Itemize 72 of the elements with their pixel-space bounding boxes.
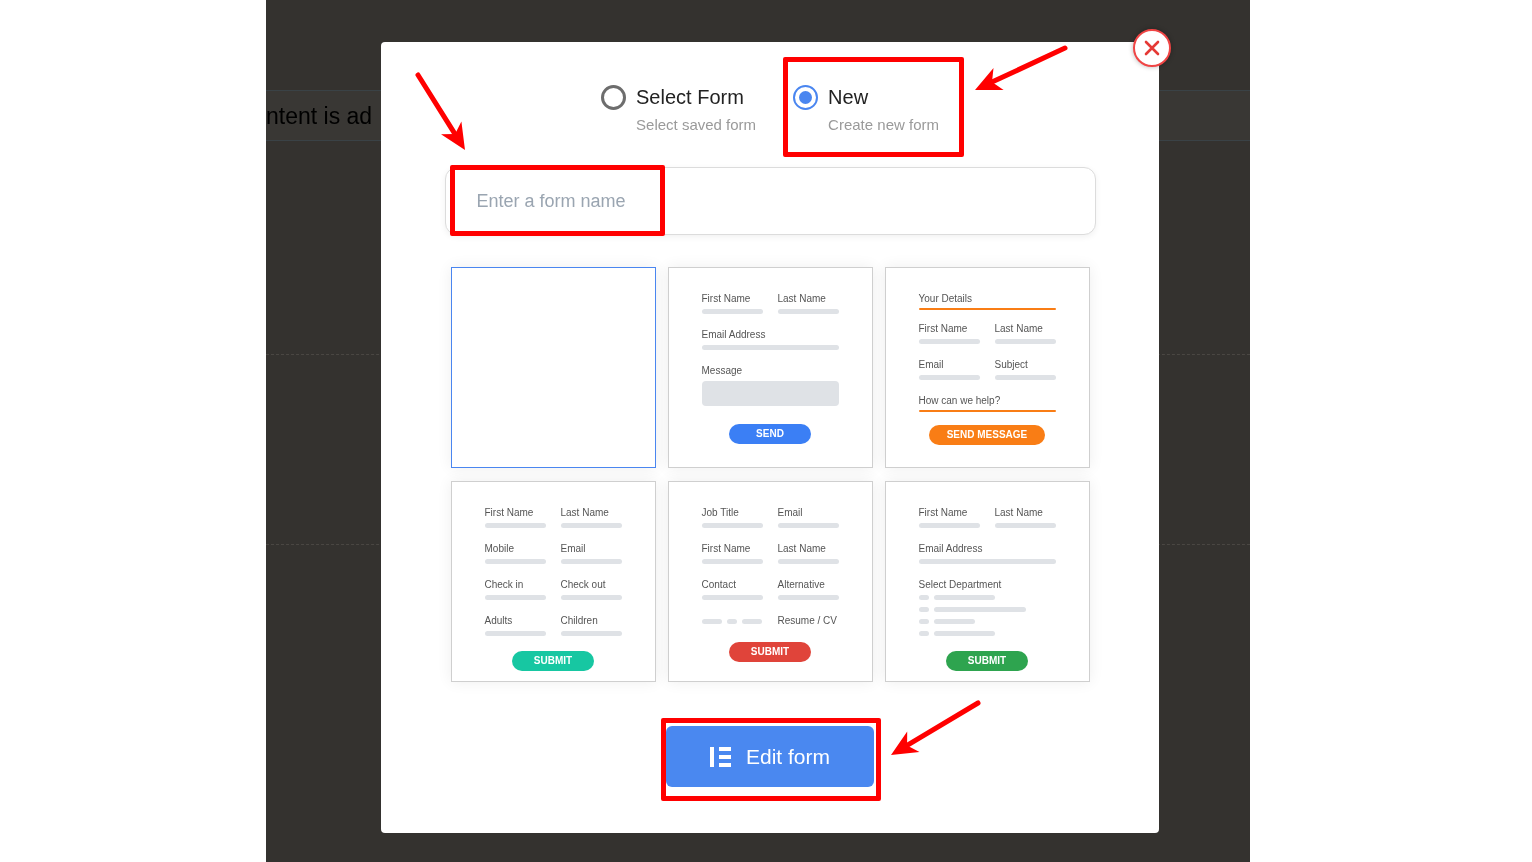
option-description: Select saved form	[636, 116, 757, 134]
field-label: Email	[918, 359, 944, 371]
field-label: How can we help?	[918, 395, 1001, 407]
field-bar	[484, 523, 546, 528]
field-bar	[994, 339, 1056, 344]
field-bar	[994, 375, 1056, 380]
form-button: SEND	[729, 424, 811, 444]
field-label: Your Details	[918, 293, 973, 305]
field-bar	[701, 595, 763, 600]
field-bar	[484, 595, 546, 600]
radio-button[interactable]	[601, 85, 627, 110]
field-label: Last Name	[994, 507, 1043, 519]
field-bar	[777, 523, 839, 528]
field-bar	[918, 523, 980, 528]
field-label: Last Name	[777, 293, 826, 305]
field-label: Alternative	[777, 579, 825, 591]
field-label: Contact	[701, 579, 736, 591]
field-label: Resume / CV	[777, 615, 837, 627]
template-card[interactable]: First Name Last Name Mobile Email Check in Check out Adults Children SUBMIT	[450, 481, 656, 682]
field-label: Last Name	[777, 543, 826, 555]
lines-icon	[710, 746, 731, 767]
field-bar	[560, 595, 622, 600]
radio-button[interactable]	[793, 85, 819, 110]
field-label: First Name	[918, 507, 968, 519]
field-label: Message	[701, 365, 743, 377]
field-bar	[918, 375, 980, 380]
field-label: Subject	[994, 359, 1028, 371]
field-label: Email	[560, 543, 586, 555]
field-label: Email Address	[918, 543, 983, 555]
field-bar	[918, 339, 980, 344]
field-bar	[701, 309, 763, 314]
form-name-input[interactable]: Enter a form name	[444, 167, 1096, 235]
field-label: Select Department	[918, 579, 1002, 591]
template-card[interactable]: Job Title Email First Name Last Name Contact Alternative Resume / CV SUBMIT	[667, 481, 873, 682]
field-label: First Name	[918, 323, 968, 335]
field-bar	[701, 523, 763, 528]
field-label: First Name	[701, 293, 751, 305]
background-text: ntent is ad	[266, 101, 373, 130]
field-label: Email	[777, 507, 803, 519]
field-label: Children	[560, 615, 598, 627]
field-label: Check in	[484, 579, 524, 591]
field-label: Last Name	[994, 323, 1043, 335]
form-button: SUBMIT	[946, 651, 1028, 671]
field-bar	[701, 559, 763, 564]
field-label: First Name	[701, 543, 751, 555]
field-bar	[777, 309, 839, 314]
field-bar	[560, 631, 622, 636]
form-button: SUBMIT	[729, 642, 811, 662]
option-description: Create new form	[828, 116, 939, 134]
field-bar	[560, 559, 622, 564]
close-button[interactable]	[1133, 29, 1171, 67]
template-card[interactable]: First Name Last Name Email Address Message SEND	[667, 267, 873, 468]
field-label: Last Name	[560, 507, 609, 519]
form-button: SEND MESSAGE	[928, 425, 1046, 445]
field-bar	[994, 523, 1056, 528]
field-label: Job Title	[701, 507, 739, 519]
field-bar	[560, 523, 622, 528]
option-label: Select Form	[636, 85, 745, 110]
option-label: New	[828, 85, 870, 110]
template-card[interactable]: First Name Last Name Email Address Select Department SUBMIT	[884, 481, 1090, 682]
field-label: Mobile	[484, 543, 514, 555]
close-icon	[1144, 40, 1160, 56]
field-label: Check out	[560, 579, 606, 591]
field-label: First Name	[484, 507, 534, 519]
field-label: Adults	[484, 615, 513, 627]
form-button: SUBMIT	[512, 651, 594, 671]
field-label: Email Address	[701, 329, 766, 341]
field-bar	[484, 559, 546, 564]
field-bar	[777, 559, 839, 564]
template-card[interactable]: Your Details First Name Last Name Email Subject How can we help? SEND MESSAGE	[884, 267, 1090, 468]
field-bar	[484, 631, 546, 636]
field-bar	[777, 595, 839, 600]
